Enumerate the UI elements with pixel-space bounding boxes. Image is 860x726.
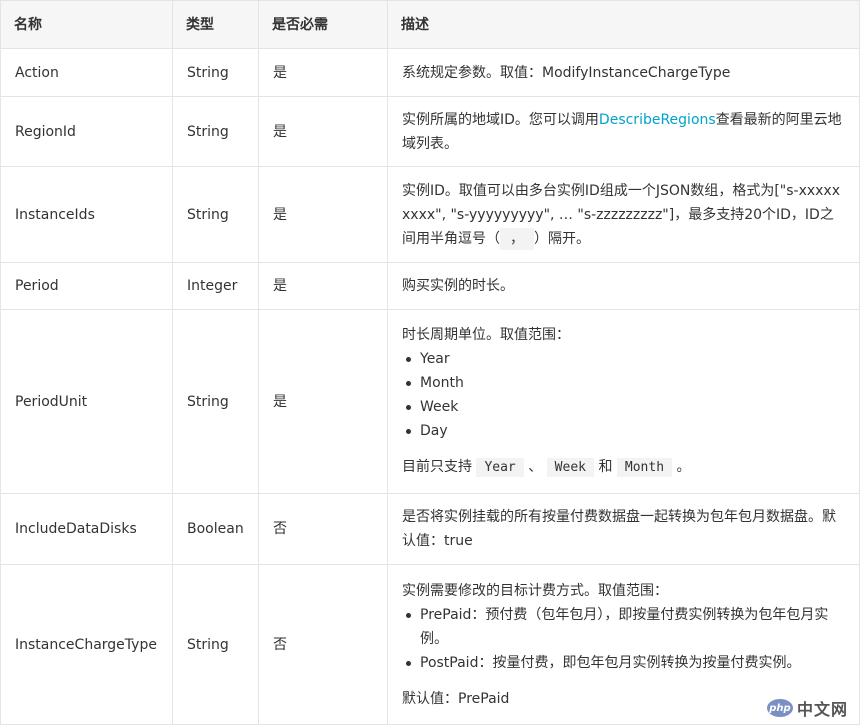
watermark-text: 中文网 xyxy=(796,700,848,719)
list-item: Week xyxy=(406,395,845,419)
param-name: PeriodUnit xyxy=(0,309,173,494)
param-required: 是 xyxy=(258,96,388,167)
param-name: RegionId xyxy=(0,96,173,167)
header-type: 类型 xyxy=(172,0,259,49)
table-row: PeriodUnit String 是 时长周期单位。取值范围： Year Mo… xyxy=(0,309,860,494)
list-item: Day xyxy=(406,419,845,443)
param-required: 是 xyxy=(258,262,388,310)
param-name: InstanceChargeType xyxy=(0,564,173,725)
param-type: String xyxy=(172,48,259,97)
param-description: 时长周期单位。取值范围： Year Month Week Day 目前只支持 Y… xyxy=(387,309,860,494)
table-row: InstanceIds String 是 实例ID。取值可以由多台实例ID组成一… xyxy=(0,166,860,263)
param-description: 系统规定参数。取值：ModifyInstanceChargeType xyxy=(387,48,860,97)
param-required: 否 xyxy=(258,493,388,565)
code-month: Month xyxy=(616,458,673,477)
header-description: 描述 xyxy=(387,0,860,49)
code-year: Year xyxy=(476,458,524,477)
param-required: 否 xyxy=(258,564,388,725)
list-item: PrePaid：预付费（包年包月），即按量付费实例转换为包年包月实例。 xyxy=(406,603,845,651)
support-note: 目前只支持 Year 、 Week 和 Month 。 xyxy=(402,455,845,480)
param-description: 是否将实例挂载的所有按量付费数据盘一起转换为包年包月数据盘。默认值：true xyxy=(387,493,860,565)
value-list: Year Month Week Day xyxy=(402,347,845,443)
comma-code: ， xyxy=(500,227,534,250)
note-separator: 、 xyxy=(528,459,543,475)
description-text: 实例所属的地域ID。您可以调用 xyxy=(402,111,599,128)
note-text: 目前只支持 xyxy=(402,459,472,475)
param-required: 是 xyxy=(258,309,388,494)
param-description: 实例ID。取值可以由多台实例ID组成一个JSON数组，格式为["s-xxxxxx… xyxy=(387,166,860,263)
code-week: Week xyxy=(546,458,594,477)
param-type: String xyxy=(172,166,259,263)
param-type: Boolean xyxy=(172,493,259,565)
value-list: PrePaid：预付费（包年包月），即按量付费实例转换为包年包月实例。 Post… xyxy=(402,603,845,675)
param-description: 购买实例的时长。 xyxy=(387,262,860,310)
header-required: 是否必需 xyxy=(258,0,388,49)
param-name: Action xyxy=(0,48,173,97)
table-row: Period Integer 是 购买实例的时长。 xyxy=(0,262,860,310)
description-intro: 实例需要修改的目标计费方式。取值范围： xyxy=(402,582,668,599)
list-item: Month xyxy=(406,371,845,395)
list-item: PostPaid：按量付费，即包年包月实例转换为按量付费实例。 xyxy=(406,651,845,675)
table-header-row: 名称 类型 是否必需 描述 xyxy=(0,0,860,49)
param-type: String xyxy=(172,96,259,167)
parameter-table: 名称 类型 是否必需 描述 Action String 是 系统规定参数。取值：… xyxy=(0,0,860,725)
description-text: ）隔开。 xyxy=(534,230,590,247)
param-description: 实例所属的地域ID。您可以调用DescribeRegions查看最新的阿里云地域… xyxy=(387,96,860,167)
describe-regions-link[interactable]: DescribeRegions xyxy=(599,112,716,128)
note-and: 和 xyxy=(598,459,613,475)
php-logo-icon: php xyxy=(766,699,793,717)
table-row: IncludeDataDisks Boolean 否 是否将实例挂载的所有按量付… xyxy=(0,493,860,565)
list-item: Year xyxy=(406,347,845,371)
param-required: 是 xyxy=(258,166,388,263)
param-name: InstanceIds xyxy=(0,166,173,263)
table-row: Action String 是 系统规定参数。取值：ModifyInstance… xyxy=(0,48,860,97)
param-type: Integer xyxy=(172,262,259,310)
param-name: IncludeDataDisks xyxy=(0,493,173,565)
table-row: RegionId String 是 实例所属的地域ID。您可以调用Describ… xyxy=(0,96,860,167)
param-type: String xyxy=(172,564,259,725)
param-required: 是 xyxy=(258,48,388,97)
description-text: 实例ID。取值可以由多台实例ID组成一个JSON数组，格式为["s-xxxxxx… xyxy=(402,182,840,247)
param-type: String xyxy=(172,309,259,494)
description-intro: 时长周期单位。取值范围： xyxy=(402,327,570,343)
header-name: 名称 xyxy=(0,0,173,49)
table-row: InstanceChargeType String 否 实例需要修改的目标计费方… xyxy=(0,564,860,725)
note-end: 。 xyxy=(676,459,691,475)
param-name: Period xyxy=(0,262,173,310)
site-watermark: php 中文网 xyxy=(766,696,848,720)
